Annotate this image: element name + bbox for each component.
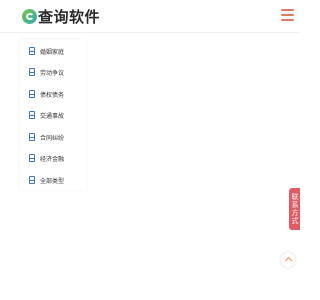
category-label: 婚姻家庭 (40, 48, 65, 56)
document-icon (29, 133, 35, 141)
document-icon (29, 90, 35, 98)
category-item-all-types[interactable]: 全部类型 (20, 171, 86, 189)
category-item-economy-finance[interactable]: 经济金融 (20, 149, 86, 167)
document-icon (29, 111, 35, 119)
category-label: 债权债务 (40, 91, 65, 99)
contact-tab-label: 联系方式 (291, 193, 299, 225)
category-label: 全部类型 (40, 177, 65, 185)
category-item-contract-dispute[interactable]: 合同纠纷 (20, 128, 86, 146)
logo-text: 查询软件 (38, 7, 101, 26)
document-icon (29, 176, 35, 184)
document-icon (29, 47, 35, 55)
document-icon (29, 154, 35, 162)
hamburger-menu-icon[interactable] (281, 7, 295, 22)
site-logo[interactable]: 查询软件 (22, 5, 100, 27)
category-item-traffic-accident[interactable]: 交通事故 (20, 106, 86, 124)
category-item-debt[interactable]: 债权债务 (20, 85, 86, 103)
logo-c-icon (22, 8, 37, 24)
top-header: 查询软件 (0, 0, 300, 33)
back-to-top-icon[interactable] (281, 253, 295, 267)
category-label: 劳动争议 (40, 69, 65, 77)
category-list: 婚姻家庭 劳动争议 债权债务 交通事故 合同纠纷 经济金融 全部类型 (20, 40, 86, 190)
contact-tab[interactable]: 联系方式 (289, 188, 300, 230)
category-label: 经济金融 (40, 155, 65, 163)
category-item-labor-dispute[interactable]: 劳动争议 (20, 63, 86, 81)
document-icon (29, 68, 35, 76)
category-label: 交通事故 (40, 112, 65, 120)
category-item-marriage-family[interactable]: 婚姻家庭 (20, 42, 86, 60)
category-label: 合同纠纷 (40, 134, 65, 142)
